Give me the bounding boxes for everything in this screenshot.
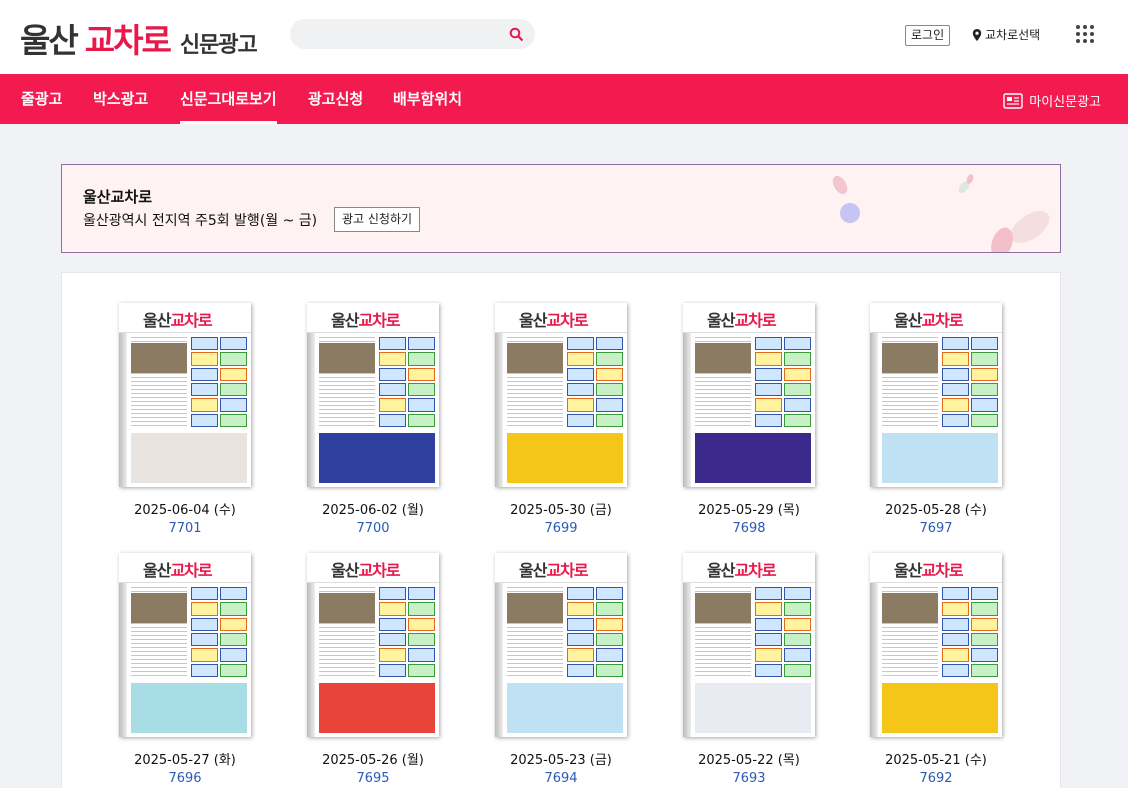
issue-date: 2025-05-21 (수) [885,753,987,768]
issue-number[interactable]: 7698 [674,521,824,536]
grid-menu-icon[interactable] [1076,25,1094,43]
issue-number[interactable]: 7697 [861,521,1011,536]
region-label: 교차로선택 [985,28,1041,42]
issue-grid: 울산교차로 2025-06-04 (수) 7701 울산교차로 2025-06-02 (… [61,272,1061,788]
issue-number[interactable]: 7699 [486,521,636,536]
issue-number[interactable]: 7695 [298,771,448,786]
thumbnail-masthead: 울산교차로 [870,303,1002,333]
issue-date: 2025-05-23 (금) [510,753,612,768]
issue-number[interactable]: 7701 [110,521,260,536]
issue-number[interactable]: 7696 [110,771,260,786]
logo-sub: 신문광고 [179,33,258,58]
newspaper-thumbnail[interactable]: 울산교차로 [495,303,627,487]
site-logo[interactable]: 울산 교차로 신문광고 [20,14,258,62]
newspaper-thumbnail[interactable]: 울산교차로 [683,303,815,487]
thumbnail-masthead: 울산교차로 [870,553,1002,583]
region-select[interactable]: 교차로선택 [972,26,1040,43]
banner-desc: 울산광역시 전지역 주5회 발행(월 ~ 금) [83,213,318,229]
newspaper-thumbnail[interactable]: 울산교차로 [495,553,627,737]
issue-date: 2025-05-22 (목) [698,753,800,768]
issue-card[interactable]: 울산교차로 2025-05-27 (화) 7696 [110,553,260,786]
nav-item-box-ads[interactable]: 박스광고 [93,74,148,124]
header: 울산 교차로 신문광고 로그인 교차로선택 [0,0,1128,74]
issue-card[interactable]: 울산교차로 2025-05-28 (수) 7697 [861,303,1011,536]
petal-decoration-icon [832,174,1050,252]
newspaper-thumbnail[interactable]: 울산교차로 [119,303,251,487]
thumbnail-masthead: 울산교차로 [495,553,627,583]
thumbnail-masthead: 울산교차로 [119,553,251,583]
issue-card[interactable]: 울산교차로 2025-05-26 (월) 7695 [298,553,448,786]
issue-date: 2025-06-04 (수) [134,503,236,518]
issue-card[interactable]: 울산교차로 2025-06-04 (수) 7701 [110,303,260,536]
newspaper-thumbnail[interactable]: 울산교차로 [870,553,1002,737]
nav-item-distribution-location[interactable]: 배부함위치 [393,74,462,124]
newspaper-thumbnail[interactable]: 울산교차로 [870,303,1002,487]
my-ad-label: 마이신문광고 [1029,95,1101,110]
thumbnail-masthead: 울산교차로 [495,303,627,333]
issue-date: 2025-05-29 (목) [698,503,800,518]
issue-number[interactable]: 7700 [298,521,448,536]
logo-main: 울산 [20,21,79,60]
newspaper-thumbnail[interactable]: 울산교차로 [119,553,251,737]
thumbnail-masthead: 울산교차로 [307,303,439,333]
nav-item-ad-request[interactable]: 광고신청 [308,74,363,124]
search-input[interactable] [290,19,535,49]
newspaper-thumbnail[interactable]: 울산교차로 [307,553,439,737]
search-icon[interactable] [509,27,523,41]
info-banner: 울산교차로 울산광역시 전지역 주5회 발행(월 ~ 금) 광고 신청하기 [61,164,1061,253]
issue-date: 2025-05-28 (수) [885,503,987,518]
issue-card[interactable]: 울산교차로 2025-05-30 (금) 7699 [486,303,636,536]
issue-card[interactable]: 울산교차로 2025-05-23 (금) 7694 [486,553,636,786]
thumbnail-masthead: 울산교차로 [307,553,439,583]
issue-card[interactable]: 울산교차로 2025-05-22 (목) 7693 [674,553,824,786]
location-pin-icon [972,28,982,41]
issue-date: 2025-05-26 (월) [322,753,424,768]
thumbnail-masthead: 울산교차로 [119,303,251,333]
my-ad-link[interactable]: 마이신문광고 [1003,91,1101,110]
thumbnail-masthead: 울산교차로 [683,553,815,583]
main-nav: 줄광고 박스광고 신문그대로보기 광고신청 배부함위치 마이신문광고 [0,74,1128,124]
issue-number[interactable]: 7692 [861,771,1011,786]
ad-request-button[interactable]: 광고 신청하기 [334,207,421,232]
issue-card[interactable]: 울산교차로 2025-05-21 (수) 7692 [861,553,1011,786]
logo-brand: 교차로 [84,21,172,60]
issue-date: 2025-05-27 (화) [134,753,236,768]
nav-item-newspaper-view[interactable]: 신문그대로보기 [180,74,277,124]
issue-card[interactable]: 울산교차로 2025-05-29 (목) 7698 [674,303,824,536]
nav-item-line-ads[interactable]: 줄광고 [21,74,62,124]
newspaper-thumbnail[interactable]: 울산교차로 [683,553,815,737]
banner-title: 울산교차로 [83,188,153,206]
newspaper-thumbnail[interactable]: 울산교차로 [307,303,439,487]
thumbnail-masthead: 울산교차로 [683,303,815,333]
issue-number[interactable]: 7693 [674,771,824,786]
issue-date: 2025-06-02 (월) [322,503,424,518]
issue-card[interactable]: 울산교차로 2025-06-02 (월) 7700 [298,303,448,536]
newspaper-icon [1003,92,1023,109]
issue-date: 2025-05-30 (금) [510,503,612,518]
issue-number[interactable]: 7694 [486,771,636,786]
login-button[interactable]: 로그인 [905,25,951,46]
